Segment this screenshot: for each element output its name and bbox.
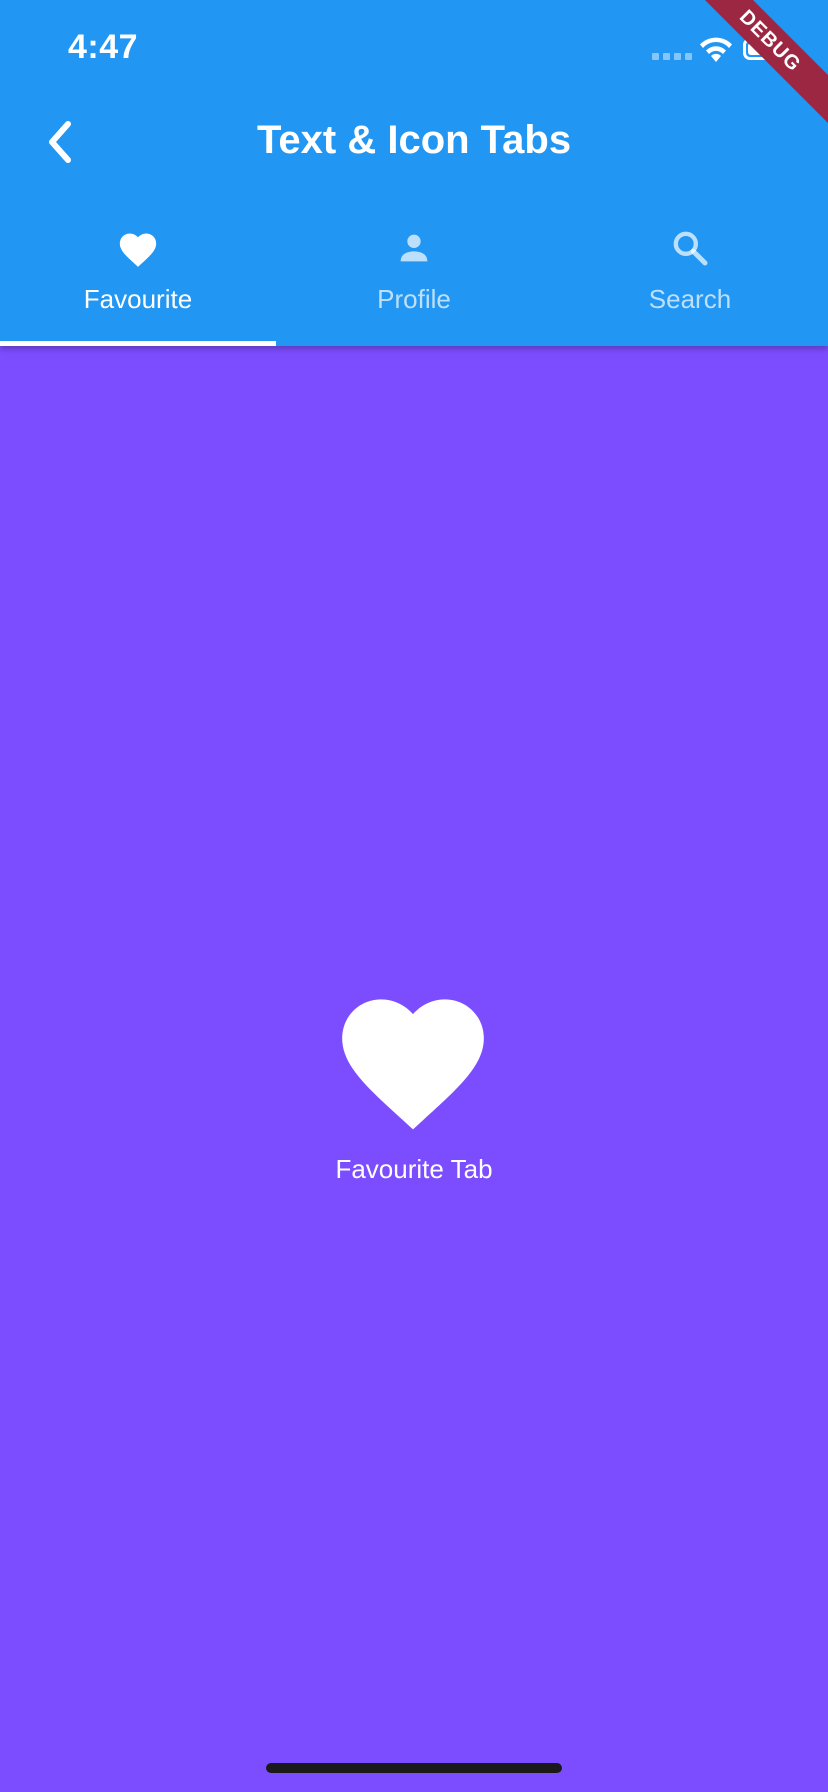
tab-indicator bbox=[0, 341, 276, 346]
heart-icon bbox=[342, 999, 484, 1130]
tab-favourite[interactable]: Favourite bbox=[0, 210, 276, 346]
person-icon bbox=[390, 224, 438, 272]
tab-search[interactable]: Search bbox=[552, 210, 828, 346]
tab-label-search: Search bbox=[648, 284, 732, 314]
content-label: Favourite Tab bbox=[335, 1154, 493, 1184]
status-time: 4:47 bbox=[68, 28, 139, 66]
cellular-signal-icon bbox=[652, 53, 692, 60]
home-indicator[interactable] bbox=[266, 1763, 562, 1773]
page-title: Text & Icon Tabs bbox=[256, 118, 572, 162]
tab-bar: Favourite Profile Search bbox=[0, 210, 828, 346]
tab-content: Favourite Tab bbox=[0, 346, 828, 1792]
search-icon bbox=[666, 224, 714, 272]
app-bar: 4:47 Text & Icon Tabs Favourite Profile … bbox=[0, 0, 828, 346]
tab-label-profile: Profile bbox=[377, 284, 451, 314]
wifi-icon bbox=[700, 37, 732, 62]
tab-profile[interactable]: Profile bbox=[276, 210, 552, 346]
tab-label-favourite: Favourite bbox=[83, 284, 193, 314]
heart-icon bbox=[114, 224, 162, 272]
screen: 4:47 Text & Icon Tabs Favourite Profile … bbox=[0, 0, 828, 1792]
